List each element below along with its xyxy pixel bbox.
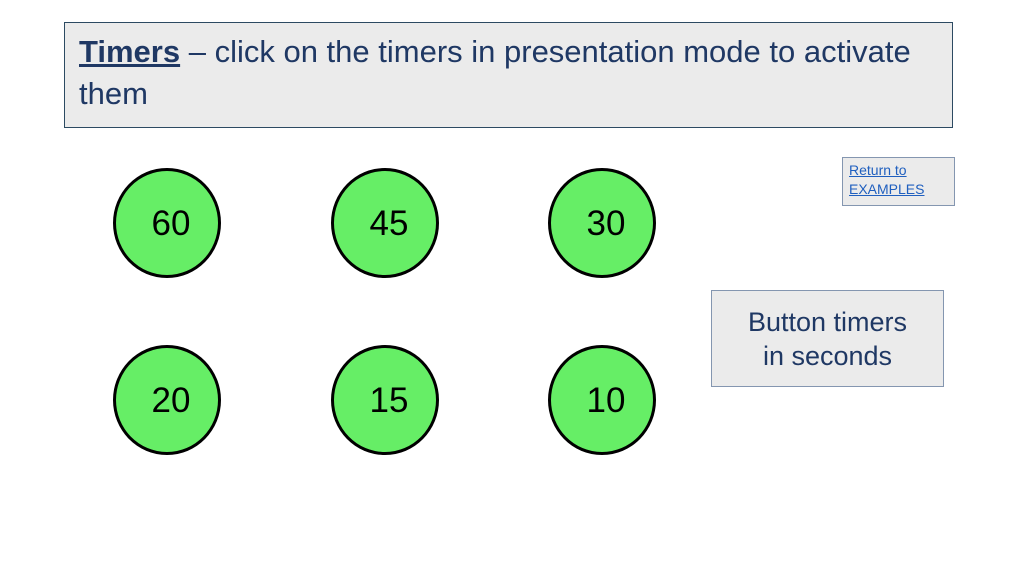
timer-label-10: 10 (586, 380, 626, 420)
caption-line-2: in seconds (762, 340, 893, 371)
timer-label-45: 45 (369, 203, 409, 243)
timer-button-20[interactable]: 20 (113, 345, 221, 455)
timer-label-30: 30 (586, 203, 626, 243)
return-link-line-1[interactable]: Return to (849, 161, 954, 180)
timer-button-60[interactable]: 60 (113, 168, 221, 278)
timer-label-20: 20 (151, 380, 191, 420)
page-title: Timers – click on the timers in presenta… (79, 31, 938, 115)
caption-line-1: Button timers (747, 306, 908, 337)
page-title-rest: – click on the timers in presentation mo… (79, 34, 911, 111)
timer-button-45[interactable]: 45 (331, 168, 439, 278)
timer-button-10[interactable]: 10 (548, 345, 656, 455)
timer-label-15: 15 (369, 380, 409, 420)
timer-button-15[interactable]: 15 (331, 345, 439, 455)
slide-title-box: Timers – click on the timers in presenta… (64, 22, 953, 128)
timer-button-30[interactable]: 30 (548, 168, 656, 278)
slide-canvas: Timers – click on the timers in presenta… (0, 0, 1024, 576)
timer-label-60: 60 (151, 203, 191, 243)
return-link-line-2[interactable]: EXAMPLES (849, 180, 954, 199)
return-to-examples-button[interactable]: Return to EXAMPLES (842, 157, 955, 206)
page-title-emphasis: Timers (79, 34, 181, 69)
caption-box: Button timers in seconds (711, 290, 944, 387)
